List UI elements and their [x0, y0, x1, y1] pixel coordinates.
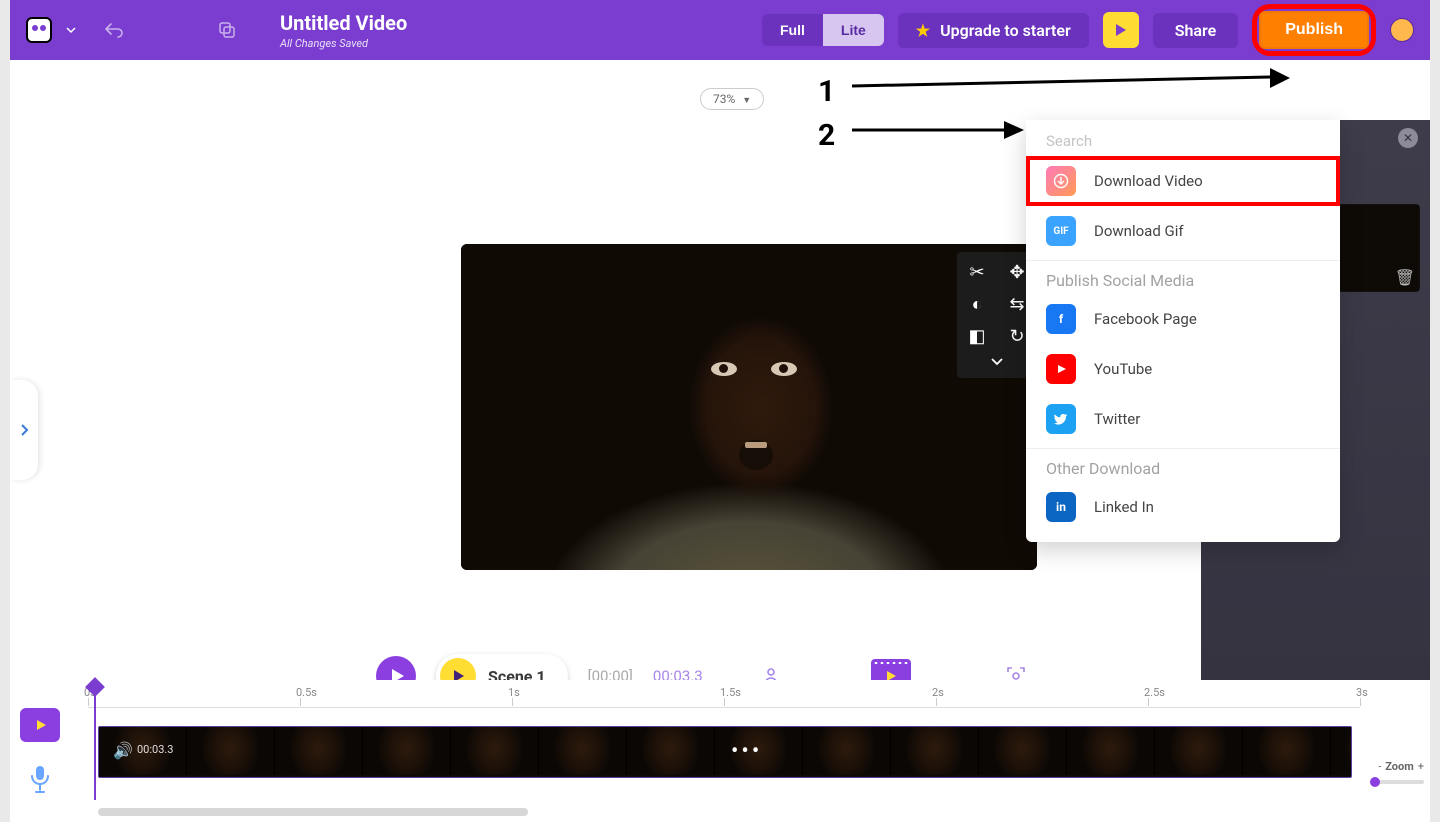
close-panel-button[interactable]: ✕: [1398, 128, 1418, 148]
timeline-zoom-control: - Zoom +: [1378, 760, 1424, 773]
twitter-icon: [1046, 404, 1076, 434]
timeline-scrollbar[interactable]: [98, 808, 528, 816]
linkedin-item[interactable]: in Linked In: [1026, 482, 1340, 532]
ruler-tick: 1s: [508, 686, 520, 699]
timeline-frame: [451, 727, 539, 775]
timeline-frame: [627, 727, 715, 775]
publish-dropdown: Search Download Video GIF Download Gif P…: [1026, 120, 1340, 542]
timeline: 0s0.5s1s1.5s2s2.5s3s 🔊 00:03.3 ••• - Zoo…: [10, 680, 1430, 822]
mode-full-button[interactable]: Full: [762, 14, 823, 46]
gif-icon: GIF: [1046, 216, 1076, 246]
download-icon: [1046, 166, 1076, 196]
youtube-icon: [1046, 354, 1076, 384]
annotation-number-1: 1: [818, 74, 835, 109]
annotation-publish-highlight: Publish: [1252, 4, 1376, 56]
upgrade-label: Upgrade to starter: [940, 21, 1071, 40]
publish-button[interactable]: Publish: [1259, 11, 1369, 49]
zoom-level-label: 73%: [713, 92, 735, 106]
timeline-frame: [187, 727, 275, 775]
clip-duration-label: 00:03.3: [137, 743, 173, 756]
zoom-plus-button[interactable]: +: [1418, 760, 1424, 773]
playhead-line: [94, 688, 96, 800]
section-social-header: Publish Social Media: [1026, 260, 1340, 294]
clip-options-icon[interactable]: •••: [731, 739, 762, 764]
preview-play-button[interactable]: [1103, 12, 1139, 48]
timeline-frame: [1067, 727, 1155, 775]
ruler-tick: 3s: [1356, 686, 1368, 699]
zoom-minus-button[interactable]: -: [1378, 760, 1381, 773]
save-status: All Changes Saved: [280, 37, 407, 50]
download-video-label: Download Video: [1094, 172, 1203, 190]
title-block: Untitled Video All Changes Saved: [280, 11, 407, 50]
timeline-frame: [539, 727, 627, 775]
video-preview[interactable]: ✂ ✥ ◐ ⇆ ◧ ↻: [461, 244, 1037, 570]
timeline-frame: [803, 727, 891, 775]
zoom-level-dropdown[interactable]: 73% ▼: [700, 88, 764, 110]
download-video-item[interactable]: Download Video: [1026, 156, 1340, 206]
facebook-icon: f: [1046, 304, 1076, 334]
project-title[interactable]: Untitled Video: [280, 11, 407, 35]
play-icon: [1116, 24, 1126, 36]
download-gif-label: Download Gif: [1094, 222, 1184, 240]
undo-icon[interactable]: [104, 22, 124, 38]
timeline-frame: [1243, 727, 1331, 775]
facebook-item[interactable]: f Facebook Page: [1026, 294, 1340, 344]
youtube-item[interactable]: YouTube: [1026, 344, 1340, 394]
video-track[interactable]: 🔊 00:03.3 •••: [98, 726, 1352, 778]
app-logo[interactable]: [26, 17, 52, 43]
timeline-frame: [979, 727, 1067, 775]
timeline-frame: [891, 727, 979, 775]
twitter-label: Twitter: [1094, 410, 1140, 428]
timeline-frame: [1155, 727, 1243, 775]
ruler-tick: 2s: [932, 686, 944, 699]
logo-dropdown-icon[interactable]: [66, 25, 76, 35]
media-thumbnail[interactable]: 🗑: [1338, 204, 1420, 292]
timeline-ruler[interactable]: 0s0.5s1s1.5s2s2.5s3s: [88, 686, 1360, 708]
linkedin-icon: in: [1046, 492, 1076, 522]
download-gif-item[interactable]: GIF Download Gif: [1026, 206, 1340, 256]
upgrade-button[interactable]: ★ Upgrade to starter: [898, 13, 1089, 48]
trash-icon[interactable]: 🗑: [1395, 268, 1415, 287]
section-other-header: Other Download: [1026, 448, 1340, 482]
top-bar: Untitled Video All Changes Saved Full Li…: [10, 0, 1430, 60]
annotation-number-2: 2: [818, 118, 835, 153]
twitter-item[interactable]: Twitter: [1026, 394, 1340, 444]
copy-icon[interactable]: [218, 21, 236, 39]
mode-lite-button[interactable]: Lite: [823, 14, 884, 46]
dropdown-search-input[interactable]: Search: [1026, 120, 1340, 156]
timeline-frame: [275, 727, 363, 775]
more-tools-icon[interactable]: [990, 356, 1004, 372]
share-button[interactable]: Share: [1153, 13, 1239, 48]
facebook-label: Facebook Page: [1094, 310, 1197, 328]
timeline-track-icons: [20, 708, 60, 794]
linkedin-label: Linked In: [1094, 498, 1154, 516]
preview-frame-image: [461, 244, 1037, 570]
annotation-arrow-2: [852, 120, 1024, 140]
user-avatar[interactable]: [1390, 18, 1414, 42]
youtube-label: YouTube: [1094, 360, 1152, 378]
mask-icon[interactable]: ◧: [963, 324, 991, 348]
clip-tool-panel: ✂ ✥ ◐ ⇆ ◧ ↻: [957, 252, 1037, 378]
volume-icon[interactable]: 🔊: [113, 741, 133, 760]
adjust-icon[interactable]: ◐: [963, 292, 991, 316]
chevron-down-icon: ▼: [742, 96, 751, 106]
timeline-frame: [363, 727, 451, 775]
cut-icon[interactable]: ✂: [963, 260, 991, 284]
annotation-arrow-1: [852, 68, 1290, 98]
star-icon: ★: [916, 21, 930, 40]
mic-icon[interactable]: [28, 764, 52, 794]
zoom-label: Zoom: [1385, 760, 1414, 773]
mode-segment: Full Lite: [762, 14, 884, 46]
timeline-frame: [1331, 727, 1351, 775]
video-track-icon[interactable]: [20, 708, 60, 742]
expand-left-panel-button[interactable]: [10, 380, 38, 480]
timeline-zoom-slider[interactable]: [1370, 780, 1424, 784]
